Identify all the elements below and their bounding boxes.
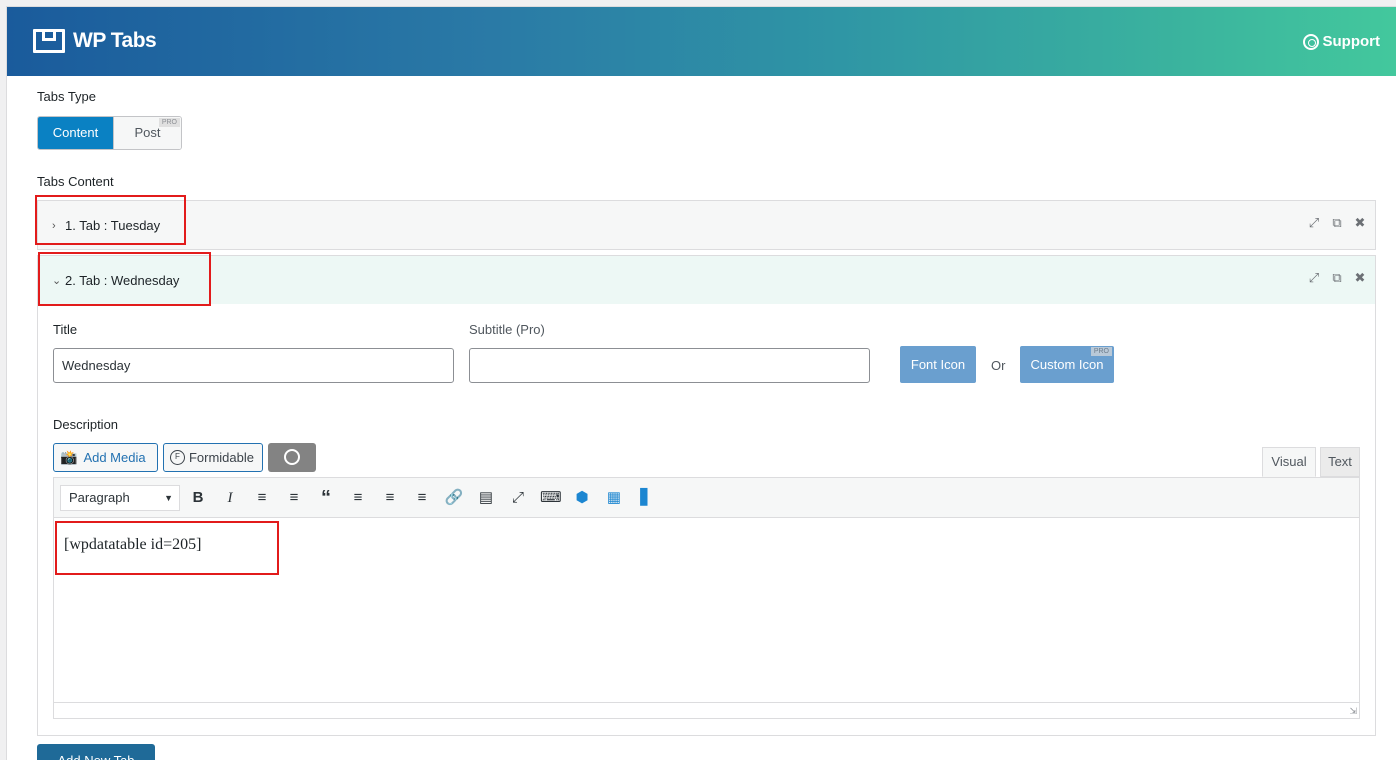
- close-icon[interactable]: ✖: [1353, 216, 1367, 230]
- numbered-list-icon[interactable]: ≡: [284, 488, 304, 508]
- tabs-type-content-button[interactable]: Content: [38, 117, 113, 149]
- align-center-icon[interactable]: ≡: [380, 488, 400, 508]
- media-icon: 📸: [60, 449, 78, 465]
- tab-visual[interactable]: Visual: [1262, 447, 1316, 477]
- pro-badge: PRO: [1090, 347, 1112, 356]
- tabs-content-label: Tabs Content: [37, 174, 114, 189]
- app-frame: WP Tabs Support Tabs Type Content Post P…: [6, 6, 1396, 760]
- resize-handle-icon[interactable]: ⇲: [1349, 706, 1357, 717]
- accordion-tools: ⤢ ⧉ ✖: [1307, 271, 1367, 285]
- tab-text[interactable]: Text: [1320, 447, 1360, 477]
- tab-accordion-tuesday[interactable]: › 1. Tab : Tuesday ⤢ ⧉ ✖: [37, 200, 1376, 250]
- editor-content-area[interactable]: [wpdatatable id=205]: [54, 519, 1359, 702]
- custom-icon-label: Custom Icon: [1030, 357, 1104, 372]
- format-select[interactable]: Paragraph ▼: [60, 485, 180, 511]
- bar-chart-icon[interactable]: ▋: [636, 488, 656, 508]
- accordion-tools: ⤢ ⧉ ✖: [1307, 216, 1367, 230]
- title-label: Title: [53, 322, 78, 337]
- rich-text-editor: Paragraph ▼ B I ≡ ≡ “ ≡ ≡ ≡ 🔗 ▤ ⤢ ⌨ ⬢ ▦ …: [53, 477, 1360, 719]
- subtitle-input[interactable]: [469, 348, 870, 383]
- post-label: Post: [134, 125, 161, 140]
- clone-icon[interactable]: ⧉: [1330, 216, 1344, 230]
- add-media-label: Add Media: [83, 450, 146, 465]
- app-title: WP Tabs: [73, 29, 157, 52]
- block-insert-button[interactable]: [268, 443, 316, 472]
- support-link[interactable]: Support: [1302, 33, 1381, 50]
- link-icon[interactable]: 🔗: [444, 488, 464, 508]
- wpdatatables-chart-icon[interactable]: ▦: [604, 488, 624, 508]
- description-label: Description: [53, 417, 119, 432]
- tab-accordion-wednesday[interactable]: ⌄ 2. Tab : Wednesday ⤢ ⧉ ✖: [37, 255, 1376, 305]
- close-icon[interactable]: ✖: [1353, 271, 1367, 285]
- add-media-button[interactable]: 📸 Add Media: [53, 443, 158, 472]
- app-header: WP Tabs Support: [7, 7, 1396, 76]
- lifebuoy-icon: [1302, 33, 1319, 50]
- italic-icon[interactable]: I: [220, 488, 240, 508]
- logo: WP Tabs: [33, 29, 157, 53]
- blockquote-icon[interactable]: “: [316, 488, 336, 508]
- format-select-value: Paragraph: [69, 490, 130, 505]
- accordion-title: 2. Tab : Wednesday: [65, 273, 180, 288]
- editor-content-text: [wpdatatable id=205]: [64, 536, 202, 553]
- accordion-title: 1. Tab : Tuesday: [65, 218, 161, 233]
- support-label: Support: [1322, 33, 1381, 50]
- tabs-type-toggle: Content Post PRO: [37, 116, 182, 150]
- formidable-button[interactable]: F Formidable: [163, 443, 263, 472]
- accordion-header[interactable]: ⌄ 2. Tab : Wednesday: [52, 273, 179, 288]
- bullet-list-icon[interactable]: ≡: [252, 488, 272, 508]
- read-more-icon[interactable]: ▤: [476, 488, 496, 508]
- tabs-logo-icon: [33, 29, 65, 53]
- align-right-icon[interactable]: ≡: [412, 488, 432, 508]
- bold-icon[interactable]: B: [188, 488, 208, 508]
- formidable-icon: F: [170, 450, 185, 465]
- expand-icon[interactable]: ⤢: [1307, 216, 1321, 230]
- pro-badge: PRO: [158, 118, 180, 127]
- editor-toolbar: Paragraph ▼ B I ≡ ≡ “ ≡ ≡ ≡ 🔗 ▤ ⤢ ⌨ ⬢ ▦ …: [54, 478, 1359, 518]
- formidable-label: Formidable: [188, 450, 254, 465]
- or-label: Or: [991, 358, 1006, 373]
- title-input[interactable]: Wednesday: [53, 348, 454, 383]
- chevron-right-icon: ›: [52, 219, 56, 232]
- editor-statusbar: ⇲: [54, 702, 1359, 718]
- align-left-icon[interactable]: ≡: [348, 488, 368, 508]
- caret-down-icon: ▼: [164, 493, 173, 503]
- clone-icon[interactable]: ⧉: [1330, 271, 1344, 285]
- add-new-tab-button[interactable]: Add New Tab: [37, 744, 155, 760]
- custom-icon-button[interactable]: Custom Icon PRO: [1020, 346, 1114, 383]
- font-icon-button[interactable]: Font Icon: [900, 346, 976, 383]
- expand-icon[interactable]: ⤢: [1307, 271, 1321, 285]
- tabs-type-label: Tabs Type: [37, 89, 97, 104]
- tabs-type-post-button[interactable]: Post PRO: [113, 117, 181, 149]
- shortcode-icon: [284, 449, 300, 465]
- subtitle-label: Subtitle (Pro): [469, 322, 545, 337]
- wpdatatables-icon[interactable]: ⬢: [572, 488, 592, 508]
- keyboard-icon[interactable]: ⌨: [540, 488, 562, 508]
- accordion-header[interactable]: › 1. Tab : Tuesday: [52, 218, 160, 233]
- chevron-down-icon: ⌄: [52, 275, 62, 287]
- fullscreen-icon[interactable]: ⤢: [508, 488, 528, 508]
